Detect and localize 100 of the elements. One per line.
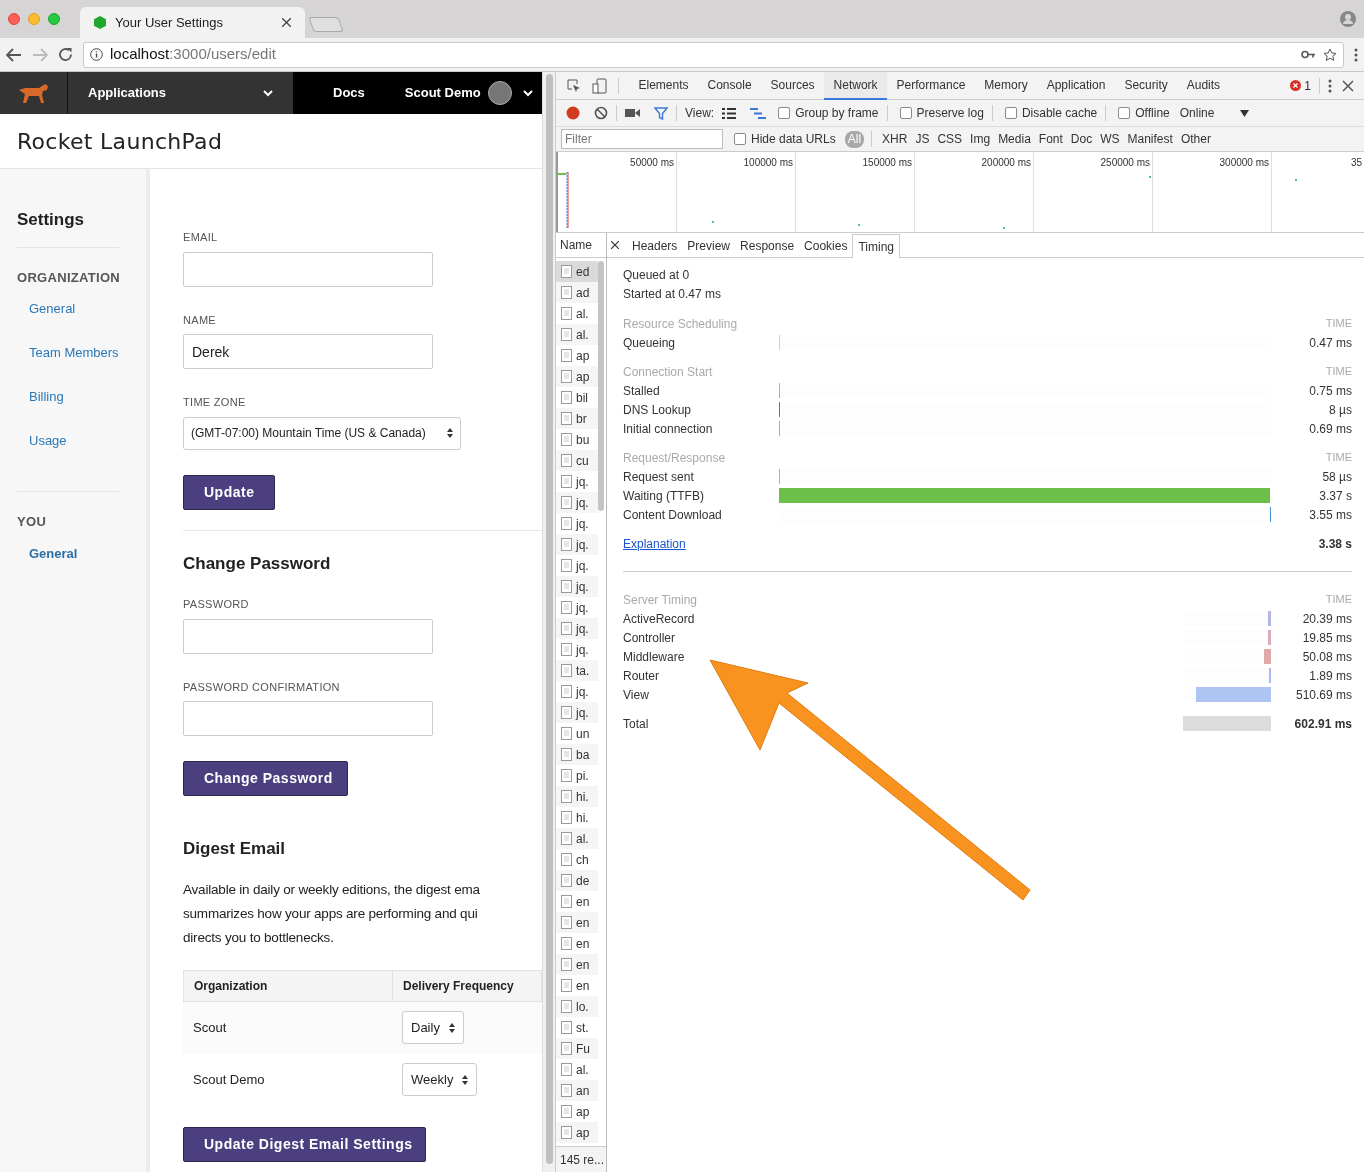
request-row[interactable]: Fu <box>556 1038 598 1059</box>
request-row[interactable]: br <box>556 408 598 429</box>
request-row[interactable]: al. <box>556 324 598 345</box>
request-row[interactable]: al. <box>556 828 598 849</box>
request-row[interactable]: ap <box>556 1122 598 1143</box>
sidebar-link[interactable]: General <box>29 543 119 588</box>
checkbox[interactable] <box>1004 107 1017 119</box>
sidebar-link[interactable]: Usage <box>29 431 119 475</box>
devtools-tab[interactable]: Memory <box>974 72 1038 100</box>
resource-type-filter[interactable]: Img <box>967 130 994 148</box>
request-row[interactable]: ba <box>556 744 598 765</box>
resource-type-filter[interactable]: Other <box>1177 130 1214 148</box>
document-icon <box>561 769 572 782</box>
checkbox[interactable] <box>899 107 912 119</box>
devtools-tab[interactable]: Audits <box>1177 72 1230 100</box>
request-row[interactable]: jq. <box>556 534 598 555</box>
devtools-tab[interactable]: Sources <box>761 72 825 100</box>
close-window-icon[interactable] <box>8 13 20 25</box>
request-row[interactable]: de <box>556 870 598 891</box>
document-icon <box>561 265 572 278</box>
document-icon <box>561 727 572 740</box>
submit-button[interactable]: Update <box>183 474 275 510</box>
document-icon <box>561 328 572 341</box>
submit-button[interactable]: Change Password <box>183 761 348 796</box>
sidebar-link[interactable]: Team Members <box>29 343 119 387</box>
resource-type-filter[interactable]: Manifest <box>1124 130 1176 148</box>
request-row[interactable]: ad <box>556 282 598 303</box>
error-count: 1 <box>1304 77 1311 95</box>
applications-menu[interactable]: Applications <box>68 72 293 114</box>
resource-type-filter[interactable]: Doc <box>1067 130 1096 148</box>
devtools-tab[interactable]: Elements <box>629 72 699 100</box>
request-row[interactable]: jq. <box>556 618 598 639</box>
request-row[interactable]: ap <box>556 366 598 387</box>
section-heading: Server Timing <box>623 591 698 609</box>
text-field[interactable] <box>183 251 433 287</box>
timing-value: 0.69 ms <box>1308 420 1352 438</box>
devtools-tab[interactable]: Application <box>1037 72 1115 100</box>
document-icon <box>561 1126 572 1139</box>
detail-tab[interactable]: Cookies <box>799 234 853 257</box>
text-field[interactable] <box>183 701 433 736</box>
resource-type-filter[interactable]: Media <box>995 130 1034 148</box>
new-tab-button[interactable] <box>308 17 344 32</box>
maximize-window-icon[interactable] <box>48 13 60 25</box>
request-row[interactable]: cu <box>556 450 598 471</box>
detail-tab[interactable]: Response <box>735 234 800 257</box>
tick-label: 50000 ms <box>630 156 674 167</box>
submit-button[interactable]: Update Digest Email Settings <box>183 1126 426 1162</box>
devtools-tab[interactable]: Console <box>698 72 762 100</box>
request-row[interactable]: ed <box>556 261 598 282</box>
request-row[interactable]: an <box>556 1080 598 1101</box>
request-row[interactable]: jq. <box>556 576 598 597</box>
frequency-select[interactable]: Weekly <box>402 1063 478 1096</box>
resource-type-filter[interactable]: JS <box>912 130 933 148</box>
detail-tab[interactable]: Preview <box>682 234 736 257</box>
resource-type-filter[interactable]: XHR <box>879 130 911 148</box>
document-icon <box>561 1000 572 1013</box>
scrollbar[interactable] <box>545 74 553 1164</box>
minimize-window-icon[interactable] <box>28 13 40 25</box>
resource-type-filter[interactable]: WS <box>1097 130 1123 148</box>
resource-type-filter[interactable]: CSS <box>934 130 966 148</box>
text-field[interactable]: Derek <box>183 334 433 369</box>
waterfall-view-icon <box>750 107 767 119</box>
throttling-dropdown[interactable]: Online <box>1179 104 1250 122</box>
detail-tab[interactable]: Timing <box>852 234 900 258</box>
request-row[interactable]: en <box>556 954 598 975</box>
frequency-select[interactable]: Daily <box>402 1011 464 1044</box>
checkbox[interactable] <box>778 107 791 119</box>
request-row[interactable]: ta. <box>556 660 598 681</box>
sidebar-link[interactable]: Billing <box>29 387 119 431</box>
clear-icon <box>594 106 608 120</box>
resource-type-filter[interactable]: Font <box>1035 130 1066 148</box>
devtools-tab[interactable]: Network <box>824 72 888 100</box>
scrollbar[interactable] <box>598 261 604 511</box>
docs-link[interactable]: Docs <box>333 83 365 103</box>
devtools-tab[interactable]: Security <box>1114 72 1178 100</box>
checkbox[interactable] <box>1118 107 1131 119</box>
request-row[interactable]: jq. <box>556 702 598 723</box>
sidebar-link[interactable]: General <box>29 299 119 343</box>
time-zone-select[interactable]: (GMT-07:00) Mountain Time (US & Canada) <box>183 416 461 450</box>
forward-icon <box>32 47 48 62</box>
text-field[interactable] <box>183 618 433 654</box>
detail-tab[interactable]: Headers <box>627 234 683 257</box>
sidebar-heading: ORGANIZATION <box>17 268 119 287</box>
request-row[interactable]: en <box>556 912 598 933</box>
error-icon <box>1290 80 1302 91</box>
request-row[interactable]: jq. <box>556 492 598 513</box>
devtools-tab[interactable]: Performance <box>887 72 975 100</box>
server-timing-label: ActiveRecord <box>623 610 696 628</box>
request-row[interactable]: hi. <box>556 786 598 807</box>
filter-field[interactable]: Filter <box>561 129 723 149</box>
server-timing-label: View <box>623 686 650 704</box>
sidebar-heading: YOU <box>17 513 48 531</box>
address-field[interactable]: localhost:3000/users/edit <box>83 41 1344 68</box>
checkbox[interactable] <box>734 133 746 145</box>
explanation-link[interactable]: Explanation <box>623 534 686 553</box>
account-menu[interactable]: Scout Demo <box>404 81 533 105</box>
browser-tab[interactable]: Your User Settings <box>80 7 305 38</box>
filter-icon <box>654 106 668 120</box>
request-row[interactable]: lo. <box>556 996 598 1017</box>
key-icon <box>1301 50 1316 59</box>
